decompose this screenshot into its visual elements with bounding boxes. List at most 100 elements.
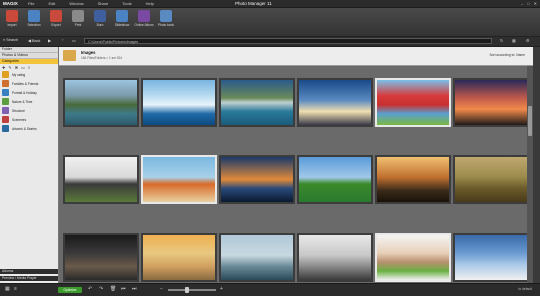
menu-help[interactable]: Help xyxy=(146,1,154,6)
menu-file[interactable]: File xyxy=(28,1,34,6)
refresh-icon[interactable]: ↻ xyxy=(500,38,503,43)
thumbnail-bench-under-tree[interactable] xyxy=(63,155,139,204)
toolbar-button-label: Import xyxy=(7,23,17,27)
thumbnail-woman-in-field[interactable] xyxy=(453,155,529,204)
folder-icon[interactable]: ▭ xyxy=(72,38,76,43)
toolbar-button-print[interactable]: Print xyxy=(68,10,88,27)
path-input[interactable]: C:\Users\Public\Pictures\Images xyxy=(84,38,492,44)
sort-dropdown[interactable]: Sort according to: Name xyxy=(489,53,525,57)
scrollbar-thumb[interactable] xyxy=(528,106,532,136)
forward-icon[interactable]: ▶ xyxy=(48,38,51,43)
add-category-icon[interactable]: ✚ xyxy=(2,65,5,70)
maximize-icon[interactable]: □ xyxy=(527,1,529,6)
thumbnail-person-city-dark[interactable] xyxy=(63,233,139,282)
folder-tool-icon[interactable]: ▭ xyxy=(21,65,25,70)
toolbar-button-burn[interactable]: Burn xyxy=(90,10,110,27)
thumbnail-glacier-ice[interactable] xyxy=(141,78,217,127)
thumbnail-sunrise-sky[interactable] xyxy=(297,78,373,127)
thumbnail-pier-arch-sunset[interactable] xyxy=(141,233,217,282)
thumbnail-image xyxy=(221,157,293,202)
close-icon[interactable]: ✕ xyxy=(534,1,537,6)
menu-bar: File Edit Window Share Tools Help xyxy=(28,1,154,6)
minimize-icon[interactable]: – xyxy=(521,1,523,6)
thumbnail-orange-suitcase-beach[interactable] xyxy=(141,155,217,204)
menu-window[interactable]: Window xyxy=(69,1,83,6)
thumbnail-woman-green-apple[interactable] xyxy=(375,233,451,282)
category-item[interactable]: Sceneries xyxy=(0,115,58,124)
search-label: Search xyxy=(6,38,19,42)
toolbar-button-label: Slideshow xyxy=(114,23,130,27)
thumbnail-girl-red-balloons[interactable] xyxy=(375,78,451,127)
thumbnail-boy-raised-arms[interactable] xyxy=(453,233,529,282)
window-title: Photo Manager 11 xyxy=(235,1,272,6)
category-item[interactable]: Portrait & Holiday xyxy=(0,88,58,97)
albums-panel[interactable]: Albums xyxy=(0,269,58,274)
thumbnail-mountain-lake-canoe[interactable] xyxy=(63,78,139,127)
thumbnail-sunset-silhouettes[interactable] xyxy=(453,78,529,127)
menu-share[interactable]: Share xyxy=(98,1,109,6)
edit-category-icon[interactable]: ✎ xyxy=(8,65,11,70)
main-toolbar: Import Selection Export Print Burn Slideshow O… xyxy=(0,8,540,37)
category-item[interactable]: Structure xyxy=(0,106,58,115)
back-label: Back xyxy=(31,39,41,43)
thumbnail-image xyxy=(377,235,449,280)
toolbar-button-export[interactable]: Export xyxy=(46,10,66,27)
zoom-slider[interactable] xyxy=(168,289,216,291)
optimize-button[interactable]: Optimize xyxy=(58,287,82,293)
thumbnail-image xyxy=(143,235,215,280)
menu-tools[interactable]: Tools xyxy=(122,1,131,6)
category-item[interactable]: Families & Friends xyxy=(0,79,58,88)
redo-icon[interactable]: ↷ xyxy=(99,286,103,292)
toolbar-button-label: Online Album xyxy=(134,23,154,27)
category-icon xyxy=(2,116,9,123)
thumbnail-swimmer-sea[interactable] xyxy=(219,233,295,282)
category-item[interactable]: My rating xyxy=(0,70,58,79)
status-text: to default xyxy=(518,287,532,291)
toolbar-button-label: Selection xyxy=(27,23,41,27)
grid-view-icon[interactable]: ▦ xyxy=(5,286,10,292)
preview-panel[interactable]: Preview / Media Player xyxy=(0,276,58,281)
thumbnail-image xyxy=(377,80,449,125)
toolbar-button-label: Photo book xyxy=(157,23,175,27)
thumbnail-area: Images 184 Files/Folders ≈ 1 sm 024 Sort… xyxy=(59,47,533,283)
print-icon xyxy=(72,10,84,22)
export-icon xyxy=(50,10,62,22)
window-controls: – □ ✕ xyxy=(521,1,537,6)
thumbnail-windmill-field[interactable] xyxy=(297,155,373,204)
toolbar-button-import[interactable]: Import xyxy=(2,10,22,27)
toolbar-button-label: Print xyxy=(74,23,82,27)
toolbar-button-selection[interactable]: Selection xyxy=(24,10,44,27)
thumbnail-horse-rider-sunset[interactable] xyxy=(375,155,451,204)
menu-edit[interactable]: Edit xyxy=(48,1,55,6)
vertical-scrollbar[interactable] xyxy=(527,66,533,283)
sidebar: Folder Photos & Videos Categories ✚ ✎ ✖ … xyxy=(0,47,59,283)
delete-icon[interactable]: 🗑 xyxy=(110,286,116,292)
prev-icon[interactable]: ⏮ xyxy=(121,286,126,292)
category-label: Structure xyxy=(12,108,25,113)
list-view-icon[interactable]: ≡ xyxy=(14,286,17,292)
settings-icon[interactable]: ⚙ xyxy=(526,38,530,43)
view-mode-icon[interactable]: ▦ xyxy=(512,38,516,43)
zoom-in-icon[interactable]: + xyxy=(220,286,223,292)
undo-icon[interactable]: ↶ xyxy=(88,286,92,292)
thumbnail-mountain-reflection[interactable] xyxy=(219,78,295,127)
toolbar-button-photo-book[interactable]: Photo book xyxy=(156,10,176,27)
next-icon[interactable]: ⏭ xyxy=(132,286,137,292)
delete-category-icon[interactable]: ✖ xyxy=(15,65,18,70)
category-icon xyxy=(2,125,9,132)
back-button[interactable]: ◀ Back xyxy=(28,38,40,43)
thumbnail-image xyxy=(65,157,137,202)
selection-icon xyxy=(28,10,40,22)
category-item[interactable]: Nature & Time xyxy=(0,97,58,106)
list-tool-icon[interactable]: ≡ xyxy=(28,65,30,70)
up-folder-icon[interactable]: ↑ xyxy=(62,38,64,42)
search-button[interactable]: ⌕ Search xyxy=(3,38,18,42)
category-icon xyxy=(2,98,9,105)
thumbnail-man-umbrella[interactable] xyxy=(297,233,373,282)
toolbar-button-slideshow[interactable]: Slideshow xyxy=(112,10,132,27)
toolbar-button-online-album[interactable]: Online Album xyxy=(134,10,154,27)
category-item[interactable]: Artwork & Stories xyxy=(0,124,58,133)
zoom-out-icon[interactable]: − xyxy=(160,286,163,292)
thumbnail-palm-tree-sunset[interactable] xyxy=(219,155,295,204)
zoom-slider-handle[interactable] xyxy=(185,287,189,293)
